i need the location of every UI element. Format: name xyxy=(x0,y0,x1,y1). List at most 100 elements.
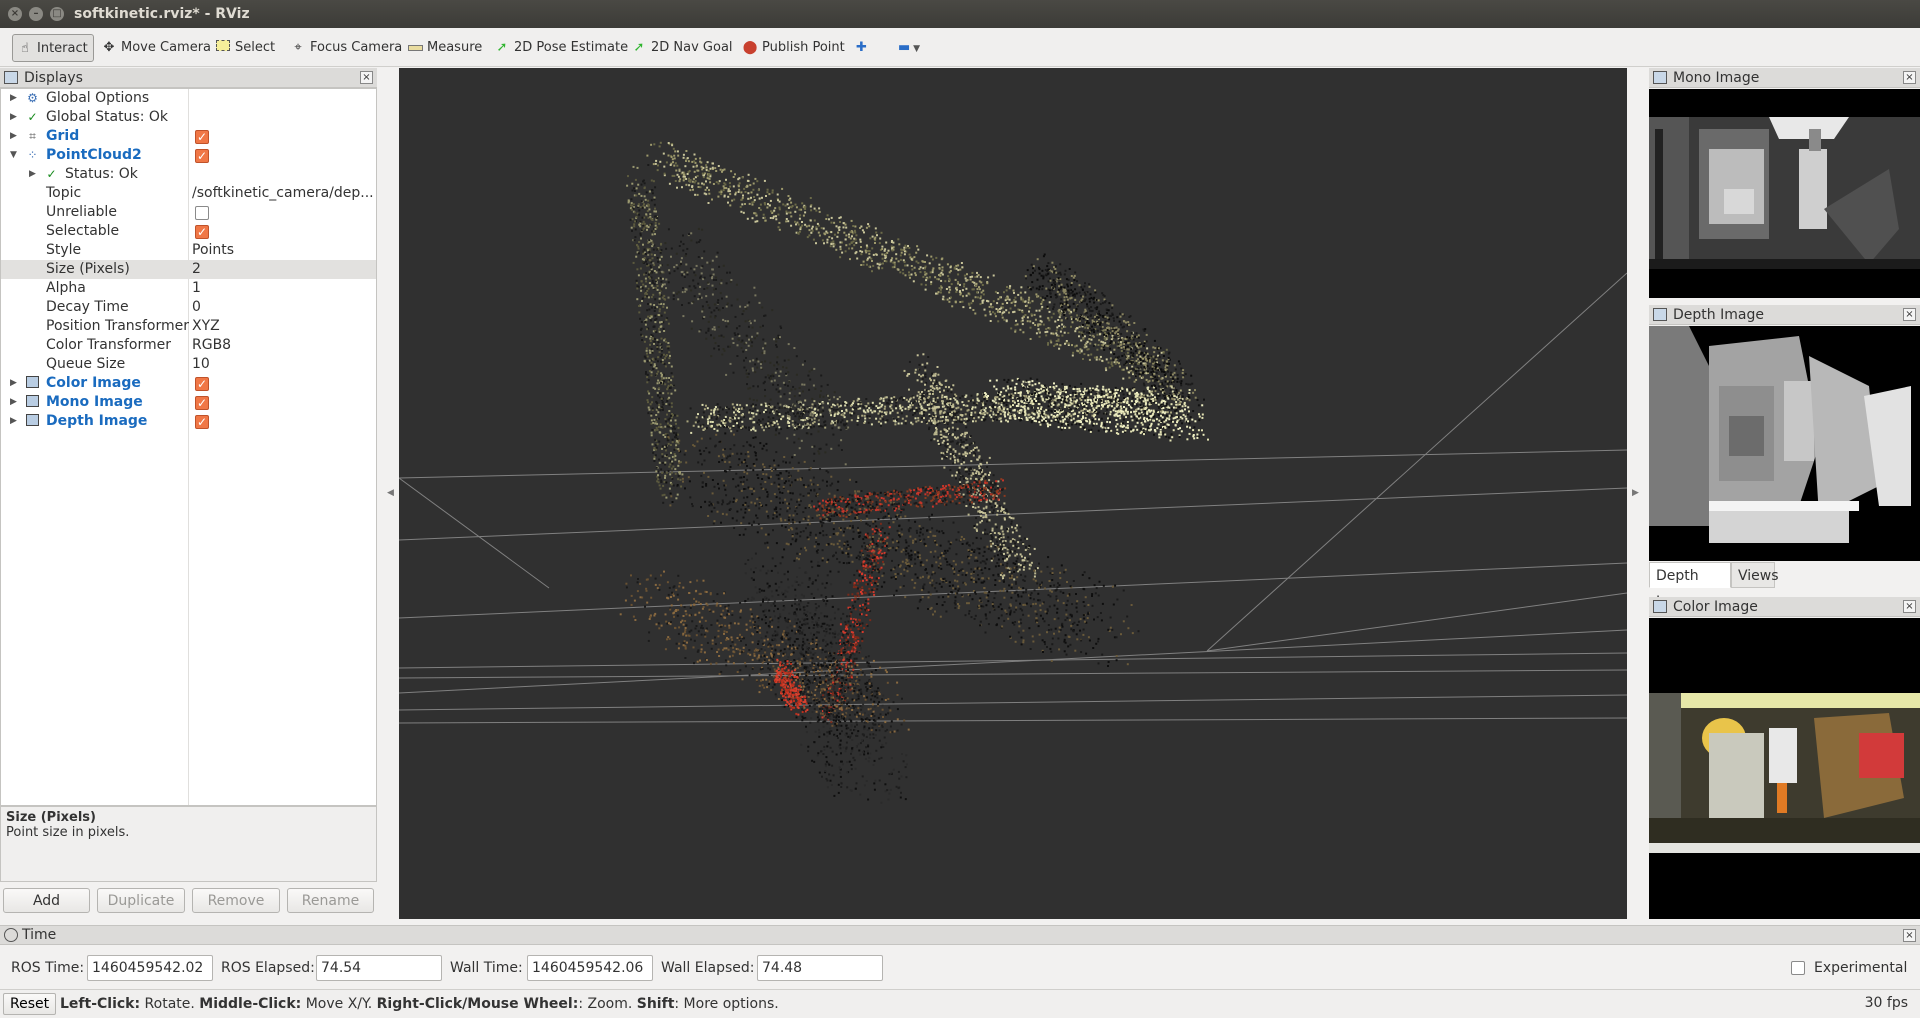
grid-icon: ⌗ xyxy=(29,129,36,143)
pointcloud2-enabled-checkbox[interactable] xyxy=(195,147,209,166)
property-size-pixels[interactable]: Size (Pixels) 2 xyxy=(1,260,376,279)
expand-arrow-icon[interactable]: ▶ xyxy=(10,108,17,127)
property-position-transformer[interactable]: Position Transformer XYZ xyxy=(1,317,376,336)
property-decay-time[interactable]: Decay Time 0 xyxy=(1,298,376,317)
tab-views[interactable]: Views xyxy=(1731,562,1779,588)
minimize-window-icon[interactable]: – xyxy=(29,7,43,21)
close-window-icon[interactable]: × xyxy=(8,7,22,21)
color-image-panel-header: Color Image × xyxy=(1649,597,1920,617)
render-viewport[interactable] xyxy=(399,68,1627,919)
description-title: Size (Pixels) xyxy=(6,810,96,825)
collapse-left-dock-icon[interactable]: ◀ xyxy=(387,488,394,498)
style-value[interactable]: Points xyxy=(192,241,374,260)
ros-elapsed-field[interactable]: 74.54 xyxy=(316,955,442,981)
grid-enabled-checkbox[interactable] xyxy=(195,128,209,147)
property-alpha[interactable]: Alpha 1 xyxy=(1,279,376,298)
main-toolbar: ☝ Interact ✥ Move Camera Select ⌖ Focus Cam… xyxy=(0,28,1920,67)
wall-elapsed-label: Wall Elapsed: xyxy=(661,960,755,976)
mono-image-enabled-checkbox[interactable] xyxy=(195,394,209,413)
position-transformer-value[interactable]: XYZ xyxy=(192,317,374,336)
close-icon[interactable]: × xyxy=(360,71,373,84)
alpha-value[interactable]: 1 xyxy=(192,279,374,298)
image-icon xyxy=(1653,71,1667,84)
property-queue-size[interactable]: Queue Size 10 xyxy=(1,355,376,374)
maximize-window-icon[interactable]: □ xyxy=(50,7,64,21)
tree-item-global-status[interactable]: ▶ ✓ Global Status: Ok xyxy=(1,108,376,127)
plus-icon: ✚ xyxy=(856,40,867,55)
property-selectable[interactable]: Selectable xyxy=(1,222,376,242)
remove-button[interactable]: Remove xyxy=(192,888,280,913)
select-icon xyxy=(215,34,231,62)
experimental-checkbox[interactable] xyxy=(1791,961,1805,975)
window-title: softkinetic.rviz* - RViz xyxy=(74,6,250,22)
close-icon[interactable]: × xyxy=(1903,929,1916,942)
check-icon: ✓ xyxy=(46,167,57,181)
tree-item-global-options[interactable]: ▶ ⚙ Global Options xyxy=(1,89,376,108)
collapse-arrow-icon[interactable]: ▼ xyxy=(10,146,17,165)
property-topic[interactable]: Topic /softkinetic_camera/dep... xyxy=(1,184,376,203)
expand-arrow-icon[interactable]: ▶ xyxy=(10,393,17,412)
ros-elapsed-label: ROS Elapsed: xyxy=(221,960,315,976)
expand-arrow-icon[interactable]: ▶ xyxy=(10,89,17,108)
wall-time-label: Wall Time: xyxy=(450,960,523,976)
depth-image-enabled-checkbox[interactable] xyxy=(195,413,209,432)
tree-item-grid[interactable]: ▶ ⌗ Grid xyxy=(1,127,376,147)
tool-2d-pose-estimate[interactable]: ➚ 2D Pose Estimate xyxy=(490,34,634,62)
close-icon[interactable]: × xyxy=(1903,600,1916,613)
mono-image-panel-header: Mono Image × xyxy=(1649,68,1920,88)
close-icon[interactable]: × xyxy=(1903,308,1916,321)
expand-arrow-icon[interactable]: ▶ xyxy=(10,374,17,393)
remove-tool-button[interactable]: ▬ ▼ xyxy=(894,34,926,62)
decay-time-value[interactable]: 0 xyxy=(192,298,374,317)
tool-2d-nav-goal[interactable]: ➚ 2D Nav Goal xyxy=(627,34,739,62)
color-image-view xyxy=(1649,618,1920,919)
displays-tree: ▶ ⚙ Global Options ▶ ✓ Global Status: Ok… xyxy=(0,88,377,806)
expand-arrow-icon[interactable]: ▶ xyxy=(10,127,17,146)
rename-button[interactable]: Rename xyxy=(287,888,374,913)
property-color-transformer[interactable]: Color Transformer RGB8 xyxy=(1,336,376,355)
focus-camera-icon: ⌖ xyxy=(294,40,302,55)
tree-item-color-image[interactable]: ▶ Color Image xyxy=(1,374,376,394)
add-tool-button[interactable]: ✚ xyxy=(852,34,873,62)
close-icon[interactable]: × xyxy=(1903,71,1916,84)
clock-icon xyxy=(4,928,18,942)
image-icon xyxy=(25,376,40,391)
depth-image-view xyxy=(1649,326,1920,561)
tool-select[interactable]: Select xyxy=(211,34,281,62)
tool-publish-point[interactable]: ⬤ Publish Point xyxy=(738,34,851,62)
property-style[interactable]: Style Points xyxy=(1,241,376,260)
color-transformer-value[interactable]: RGB8 xyxy=(192,336,374,355)
tool-interact[interactable]: ☝ Interact xyxy=(12,34,94,62)
tree-item-depth-image[interactable]: ▶ Depth Image xyxy=(1,412,376,432)
pointcloud-icon: ⁘ xyxy=(27,148,38,162)
tool-measure[interactable]: Measure xyxy=(403,34,488,62)
tool-focus-camera[interactable]: ⌖ Focus Camera xyxy=(286,34,408,62)
wall-elapsed-field[interactable]: 74.48 xyxy=(757,955,883,981)
size-value[interactable]: 2 xyxy=(192,260,374,279)
collapse-right-dock-icon[interactable]: ▶ xyxy=(1632,488,1639,498)
window-titlebar: × – □ softkinetic.rviz* - RViz xyxy=(0,0,1920,28)
description-text: Point size in pixels. xyxy=(6,825,130,840)
color-image-title: Color Image xyxy=(1673,599,1758,615)
property-unreliable[interactable]: Unreliable xyxy=(1,203,376,222)
queue-size-value[interactable]: 10 xyxy=(192,355,374,374)
tab-depth-image[interactable]: Depth Image xyxy=(1649,562,1731,610)
ros-time-field[interactable]: 1460459542.02 xyxy=(87,955,213,981)
expand-arrow-icon[interactable]: ▶ xyxy=(29,165,36,184)
tree-item-pointcloud2[interactable]: ▼ ⁘ PointCloud2 xyxy=(1,146,376,166)
wall-time-field[interactable]: 1460459542.06 xyxy=(527,955,653,981)
tree-item-mono-image[interactable]: ▶ Mono Image xyxy=(1,393,376,413)
tree-item-pointcloud-status[interactable]: ▶ ✓ Status: Ok xyxy=(1,165,376,184)
tool-move-camera[interactable]: ✥ Move Camera xyxy=(97,34,217,62)
reset-button[interactable]: Reset xyxy=(3,993,57,1015)
map-pin-icon: ⬤ xyxy=(742,40,758,55)
duplicate-button[interactable]: Duplicate xyxy=(97,888,185,913)
color-image-enabled-checkbox[interactable] xyxy=(195,375,209,394)
dropdown-arrow-icon: ▼ xyxy=(910,44,921,54)
selectable-checkbox[interactable] xyxy=(195,223,209,242)
expand-arrow-icon[interactable]: ▶ xyxy=(10,412,17,431)
add-button[interactable]: Add xyxy=(3,888,90,913)
topic-value[interactable]: /softkinetic_camera/dep... xyxy=(192,184,374,203)
time-panel-title: Time xyxy=(22,927,57,943)
unreliable-checkbox[interactable] xyxy=(195,206,209,220)
